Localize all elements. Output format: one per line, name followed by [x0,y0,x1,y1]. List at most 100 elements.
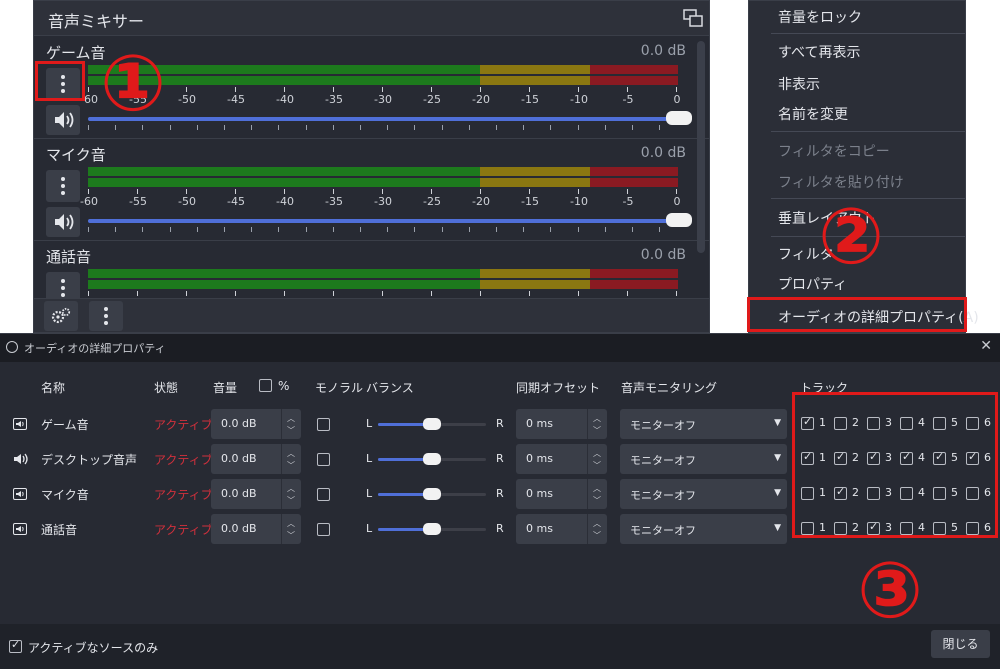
menu-item[interactable]: 非表示 [749,71,965,99]
mixer-menu-button[interactable] [89,301,123,331]
chevron-down-icon[interactable]: ﹀ [287,425,295,436]
active-only-label: アクティブなソースのみ [28,641,159,655]
volume-spinbox[interactable]: 0.0 dB ︿ ﹀ [211,409,301,439]
meter-tick [186,87,187,92]
slider-tick [278,227,280,232]
chevron-down-icon[interactable]: ﹀ [593,530,601,541]
mute-button[interactable] [46,105,80,135]
chevron-down-icon[interactable]: ﹀ [287,460,295,471]
volume-slider-track[interactable] [88,219,684,223]
meter-tick [627,87,628,92]
meter-scale-label: -10 [570,195,588,208]
channel-menu-button[interactable] [46,272,80,298]
chevron-down-icon[interactable]: ﹀ [287,530,295,541]
advanced-settings-button[interactable] [44,301,78,331]
volume-spinbox[interactable]: 0.0 dB ︿ ﹀ [211,514,301,544]
balance-slider-handle[interactable] [423,488,441,500]
mixer-scrollbar[interactable] [697,41,705,253]
chevron-down-icon[interactable]: ﹀ [593,460,601,471]
close-icon[interactable]: ✕ [980,338,992,354]
spin-arrows[interactable]: ︿ ﹀ [281,479,301,509]
chevron-up-icon[interactable]: ︿ [593,483,601,494]
chevron-up-icon[interactable]: ︿ [593,518,601,529]
chevron-up-icon[interactable]: ︿ [287,413,295,424]
sync-offset-value: 0 ms [526,417,553,430]
meter-scale-label: -30 [374,93,392,106]
mute-button[interactable] [46,207,80,237]
meter-tick [88,291,89,296]
sync-offset-spinbox[interactable]: 0 ms ︿ ﹀ [516,409,607,439]
source-status: アクティブ [154,418,213,432]
slider-tick [305,227,307,232]
sync-offset-spinbox[interactable]: 0 ms ︿ ﹀ [516,479,607,509]
meter-tick [137,189,138,194]
monitoring-select[interactable]: モニターオフ ▼ [620,409,787,439]
meter-scale-label: -15 [521,93,539,106]
spin-arrows[interactable]: ︿ ﹀ [587,514,607,544]
meter-scale-label: 0 [673,195,681,208]
channel-menu-button[interactable] [46,170,80,202]
monitoring-select[interactable]: モニターオフ ▼ [620,514,787,544]
meter-tick [88,87,89,92]
balance-slider-handle[interactable] [423,453,441,465]
spin-arrows[interactable]: ︿ ﹀ [587,479,607,509]
spin-arrows[interactable]: ︿ ﹀ [281,409,301,439]
undock-icon[interactable] [683,9,703,27]
balance-slider-handle[interactable] [423,418,441,430]
slider-tick [332,227,334,232]
monitoring-value: モニターオフ [630,524,696,537]
chevron-up-icon[interactable]: ︿ [287,518,295,529]
monitoring-select[interactable]: モニターオフ ▼ [620,444,787,474]
balance-slider-handle[interactable] [423,523,441,535]
kebab-dot [61,191,65,195]
chevron-up-icon[interactable]: ︿ [287,448,295,459]
volume-spinbox[interactable]: 0.0 dB ︿ ﹀ [211,444,301,474]
meter-scale-label: -30 [374,195,392,208]
spin-arrows[interactable]: ︿ ﹀ [281,444,301,474]
sync-offset-spinbox[interactable]: 0 ms ︿ ﹀ [516,514,607,544]
chevron-up-icon[interactable]: ︿ [593,448,601,459]
volume-slider-handle[interactable] [666,111,692,125]
meter-scale-label: -60 [80,195,98,208]
close-button[interactable]: 閉じる [931,630,990,658]
volume-slider-track[interactable] [88,117,684,121]
active-only-checkbox[interactable] [9,638,22,653]
volume-value: 0.0 dB [221,522,257,535]
slider-tick [142,227,144,232]
meter-tick [284,189,285,194]
chevron-down-icon[interactable]: ﹀ [593,425,601,436]
monitoring-select[interactable]: モニターオフ ▼ [620,479,787,509]
chevron-up-icon[interactable]: ︿ [287,483,295,494]
meter-scale-label: -50 [178,195,196,208]
meter-scale-label: -25 [423,195,441,208]
mono-checkbox[interactable] [317,488,330,501]
spin-arrows[interactable]: ︿ ﹀ [281,514,301,544]
meter-tick [333,87,334,92]
mono-checkbox[interactable] [317,418,330,431]
chevron-down-icon[interactable]: ﹀ [287,495,295,506]
meter-tick [431,291,432,296]
chevron-up-icon[interactable]: ︿ [593,413,601,424]
sync-offset-value: 0 ms [526,452,553,465]
volume-slider-handle[interactable] [666,213,692,227]
menu-item[interactable]: 音量をロック [749,4,965,32]
percent-checkbox[interactable] [259,379,272,392]
slider-tick [441,125,443,130]
menu-item[interactable]: すべて再表示 [749,39,965,67]
mono-checkbox[interactable] [317,523,330,536]
mono-checkbox[interactable] [317,453,330,466]
slider-tick [523,125,525,130]
meter-tick [431,189,432,194]
sync-offset-spinbox[interactable]: 0 ms ︿ ﹀ [516,444,607,474]
chevron-down-icon[interactable]: ﹀ [593,495,601,506]
spin-arrows[interactable]: ︿ ﹀ [587,444,607,474]
balance-left-label: L [366,417,373,430]
meter-bar-left [88,65,686,74]
slider-tick [496,227,497,232]
spin-arrows[interactable]: ︿ ﹀ [587,409,607,439]
volume-meter: -60-55-50-45-40-35-30-25-20-15-10-50 [80,65,686,109]
dialog-footer: アクティブなソースのみ 閉じる [0,624,1000,669]
volume-spinbox[interactable]: 0.0 dB ︿ ﹀ [211,479,301,509]
meter-tick [480,291,481,296]
menu-item[interactable]: 名前を変更 [749,101,965,129]
